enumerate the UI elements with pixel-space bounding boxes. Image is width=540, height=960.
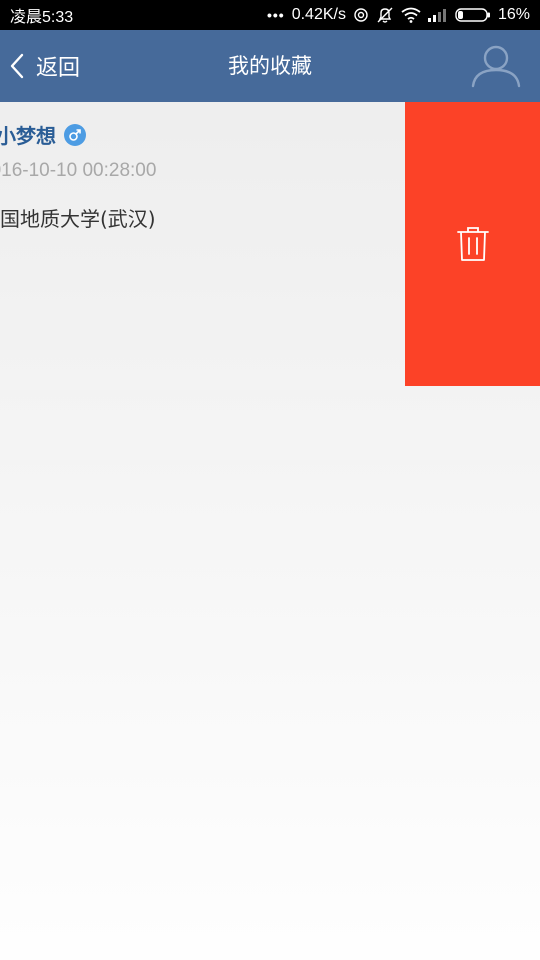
user-profile-button[interactable] xyxy=(470,42,522,90)
nav-bar: 我的收藏 返回 xyxy=(0,30,540,102)
favorite-time: 2016-10-10 00:28:00 xyxy=(0,160,157,181)
status-indicators: ••• 0.42K/s 16% xyxy=(267,6,530,24)
male-gender-icon xyxy=(64,123,86,146)
favorite-user-row: 小梦想 xyxy=(0,120,86,149)
favorite-content: 中国地质大学(武汉) xyxy=(0,207,156,231)
signal-icon xyxy=(427,9,446,22)
network-speed: 0.42K/s xyxy=(291,6,346,23)
favorites-list: 小梦想 2016-10-10 00:28:00 中国地质大学(武汉) xyxy=(0,102,540,960)
mute-bell-icon xyxy=(377,7,393,23)
delete-favorite-button[interactable] xyxy=(405,102,540,386)
user-icon xyxy=(471,45,521,88)
chevron-left-icon xyxy=(10,53,24,79)
trash-icon xyxy=(456,227,489,261)
favorite-user-name[interactable]: 小梦想 xyxy=(0,120,56,149)
back-label: 返回 xyxy=(36,56,81,81)
back-button[interactable]: 返回 xyxy=(8,30,80,102)
favorite-item[interactable]: 小梦想 2016-10-10 00:28:00 中国地质大学(武汉) xyxy=(0,102,406,386)
battery-icon xyxy=(455,8,490,22)
status-bar: 凌晨5:33 ••• 0.42K/s 16% xyxy=(0,0,540,30)
wifi-icon xyxy=(401,7,421,23)
hotspot-icon xyxy=(354,8,368,22)
status-time: 凌晨5:33 xyxy=(10,9,74,26)
page-title: 我的收藏 xyxy=(228,54,312,78)
battery-percent: 16% xyxy=(497,6,530,23)
more-notifications-icon: ••• xyxy=(266,7,285,23)
